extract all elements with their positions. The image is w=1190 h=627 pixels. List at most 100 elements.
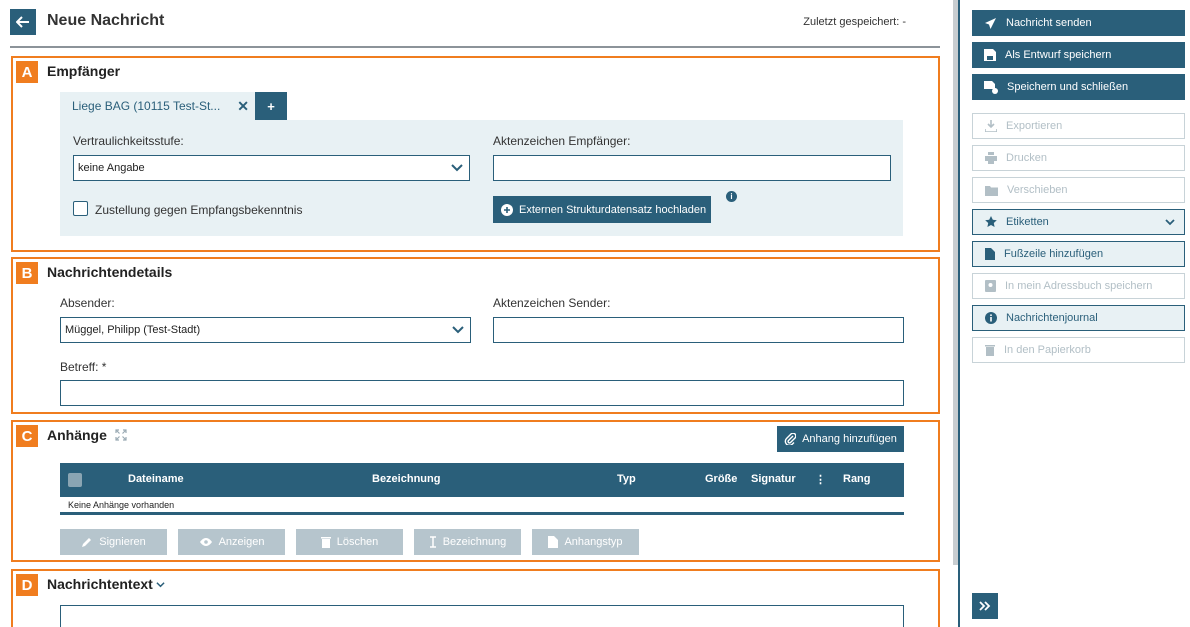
page-title: Neue Nachricht: [47, 12, 165, 29]
section-title-message-text: Nachrichtentext: [47, 576, 165, 592]
table-header: Dateiname Bezeichnung Typ Größe Signatur…: [60, 463, 904, 497]
delivery-checkbox[interactable]: [73, 201, 88, 216]
info-icon: [985, 312, 997, 324]
printer-icon: [985, 152, 997, 164]
empty-state: Keine Anhänge vorhanden: [60, 497, 904, 515]
section-message-details: B Nachrichtendetails Absender: Müggel, P…: [11, 257, 940, 414]
rename-label: Bezeichnung: [442, 536, 507, 548]
column-rank[interactable]: Rang: [843, 473, 871, 485]
document-icon: [548, 536, 559, 548]
attachments-table: Dateiname Bezeichnung Typ Größe Signatur…: [60, 463, 904, 515]
message-text-editor[interactable]: [60, 605, 904, 627]
sidebar-divider: [958, 0, 960, 627]
double-chevron-right-icon: [979, 601, 991, 611]
folder-icon: [985, 185, 998, 196]
view-button[interactable]: Anzeigen: [178, 529, 285, 555]
send-message-button[interactable]: Nachricht senden: [972, 10, 1185, 36]
header-divider: [10, 46, 940, 48]
file-ref-label: Aktenzeichen Empfänger:: [493, 134, 631, 148]
download-icon: [985, 120, 997, 132]
save-to-address-book-button[interactable]: In mein Adressbuch speichern: [972, 273, 1185, 299]
save-draft-button[interactable]: Als Entwurf speichern: [972, 42, 1185, 68]
subject-label: Betreff: *: [60, 360, 107, 374]
column-filename[interactable]: Dateiname: [128, 473, 184, 485]
column-type[interactable]: Typ: [617, 473, 636, 485]
info-icon[interactable]: i: [726, 191, 737, 202]
section-letter-c: C: [16, 425, 38, 447]
upload-button-label: Externen Strukturdatensatz hochladen: [519, 203, 707, 216]
section-recipients: A Empfänger Liege BAG (10115 Test-St... …: [11, 56, 940, 252]
section-title-details: Nachrichtendetails: [47, 264, 172, 280]
delete-button[interactable]: Löschen: [296, 529, 403, 555]
file-ref-input[interactable]: [493, 155, 891, 181]
attachment-type-label: Anhangstyp: [564, 536, 623, 548]
save-draft-label: Als Entwurf speichern: [1005, 49, 1112, 61]
subject-input[interactable]: [60, 380, 904, 406]
delete-label: Löschen: [336, 536, 379, 548]
print-button[interactable]: Drucken: [972, 145, 1185, 171]
column-description[interactable]: Bezeichnung: [372, 473, 440, 485]
document-icon: [985, 248, 995, 260]
collapse-sidebar-button[interactable]: [972, 593, 998, 619]
delivery-label: Zustellung gegen Empfangsbekenntnis: [95, 203, 303, 217]
section-message-text: D Nachrichtentext: [11, 569, 940, 627]
labels-dropdown[interactable]: Etiketten: [972, 209, 1185, 235]
save-and-close-button[interactable]: Speichern und schließen: [972, 74, 1185, 100]
select-all-checkbox[interactable]: [68, 473, 82, 487]
sign-button[interactable]: Signieren: [60, 529, 167, 555]
labels-label: Etiketten: [1006, 216, 1049, 228]
chevron-down-icon[interactable]: [156, 580, 165, 589]
text-cursor-icon: [429, 536, 436, 548]
upload-structured-data-button[interactable]: Externen Strukturdatensatz hochladen: [493, 196, 711, 223]
save-close-icon: [984, 80, 998, 94]
sender-ref-input[interactable]: [493, 317, 904, 343]
add-footer-button[interactable]: Fußzeile hinzufügen: [972, 241, 1185, 267]
export-label: Exportieren: [1006, 120, 1063, 132]
sender-label: Absender:: [60, 296, 115, 310]
move-button[interactable]: Verschieben: [972, 177, 1185, 203]
sender-value: Müggel, Philipp (Test-Stadt): [65, 324, 201, 336]
pencil-icon: [82, 538, 92, 547]
chevron-down-icon: [451, 164, 463, 172]
recipient-tab-label: Liege BAG (10115 Test-St...: [72, 99, 221, 113]
section-letter-d: D: [16, 574, 38, 596]
close-icon[interactable]: ✕: [237, 98, 249, 115]
column-signature[interactable]: Signatur: [751, 473, 796, 485]
save-and-close-label: Speichern und schließen: [1007, 81, 1129, 93]
expand-icon[interactable]: [115, 429, 127, 441]
sender-select[interactable]: Müggel, Philipp (Test-Stadt): [60, 317, 471, 343]
confidentiality-select[interactable]: keine Angabe: [73, 155, 470, 181]
move-label: Verschieben: [1007, 184, 1068, 196]
message-journal-label: Nachrichtenjournal: [1006, 312, 1098, 324]
export-button[interactable]: Exportieren: [972, 113, 1185, 139]
recipient-tab[interactable]: Liege BAG (10115 Test-St... ✕: [60, 92, 255, 120]
view-label: Anzeigen: [218, 536, 265, 548]
rename-button[interactable]: Bezeichnung: [414, 529, 521, 555]
arrow-left-icon: [16, 16, 29, 28]
move-to-trash-label: In den Papierkorb: [1004, 344, 1091, 356]
add-attachment-button[interactable]: Anhang hinzufügen: [777, 426, 904, 452]
chevron-down-icon: [1165, 219, 1175, 226]
confidentiality-value: keine Angabe: [78, 162, 145, 174]
attachment-type-button[interactable]: Anhangstyp: [532, 529, 639, 555]
recipient-panel: Vertraulichkeitsstufe: keine Angabe Akte…: [60, 120, 903, 236]
paperclip-icon: [784, 433, 797, 445]
send-message-label: Nachricht senden: [1006, 17, 1092, 29]
move-to-trash-button[interactable]: In den Papierkorb: [972, 337, 1185, 363]
column-size[interactable]: Größe: [705, 473, 737, 485]
add-attachment-label: Anhang hinzufügen: [802, 433, 897, 445]
back-button[interactable]: [10, 9, 36, 35]
star-pin-icon: [985, 216, 997, 227]
floppy-disk-icon: [984, 49, 996, 61]
plus-circle-icon: [501, 203, 513, 216]
trash-icon: [320, 537, 331, 548]
add-recipient-button[interactable]: +: [255, 92, 287, 120]
section-title-text: Nachrichtentext: [47, 576, 153, 592]
column-menu-icon[interactable]: ⋮: [815, 473, 826, 486]
eye-icon: [199, 538, 212, 546]
section-attachments: C Anhänge Anhang hinzufügen Dateiname Be…: [11, 420, 940, 562]
message-journal-button[interactable]: Nachrichtenjournal: [972, 305, 1185, 331]
add-footer-label: Fußzeile hinzufügen: [1004, 248, 1104, 260]
section-letter-a: A: [16, 61, 38, 83]
section-title-recipients: Empfänger: [47, 63, 120, 79]
